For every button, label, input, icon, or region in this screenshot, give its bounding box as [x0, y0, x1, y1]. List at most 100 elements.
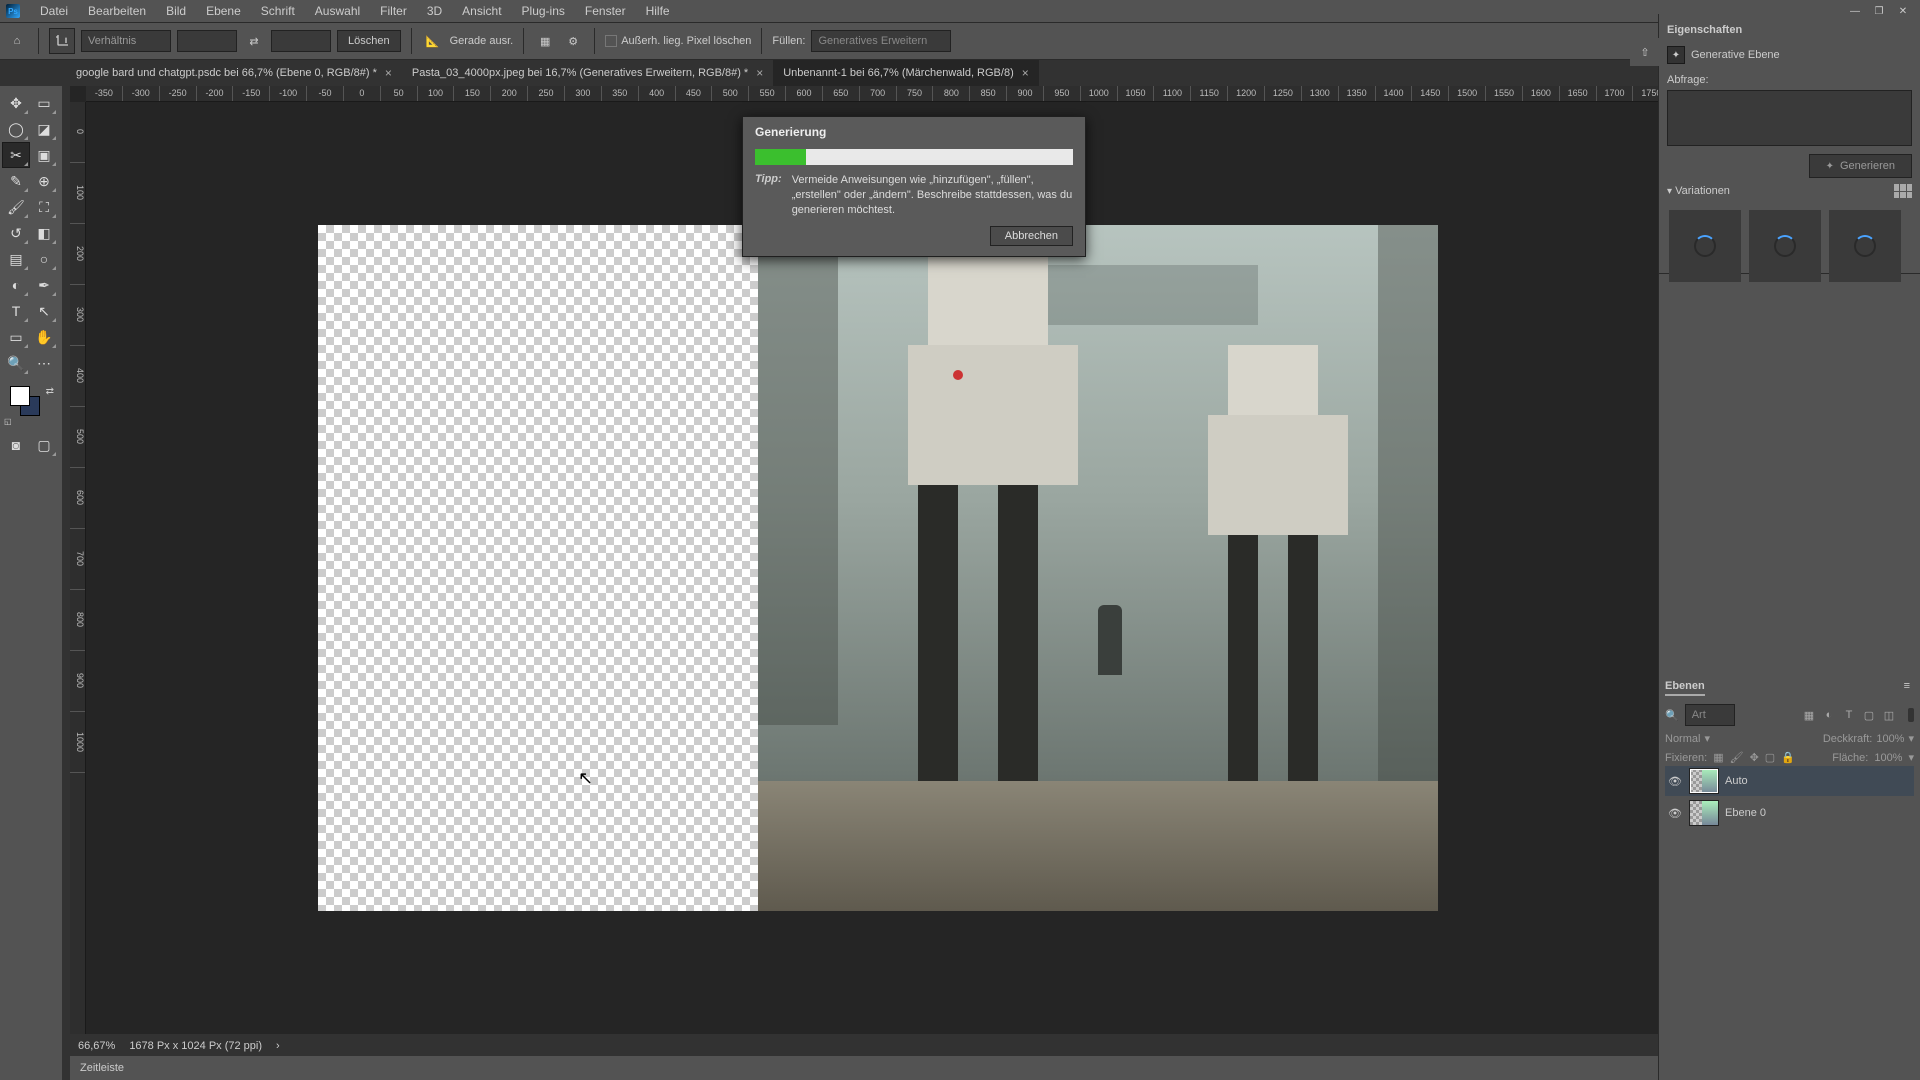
- layer-name[interactable]: Auto: [1725, 775, 1748, 787]
- clone-tool[interactable]: ⛶: [30, 194, 58, 220]
- blend-mode-dropdown[interactable]: Normal: [1665, 733, 1700, 745]
- blur-tool[interactable]: ○: [30, 246, 58, 272]
- filter-type-icon[interactable]: T: [1840, 706, 1858, 724]
- foreground-color[interactable]: [10, 386, 30, 406]
- artboard-tool[interactable]: ▭: [30, 90, 58, 116]
- grid-view-icon[interactable]: [1894, 184, 1912, 198]
- default-colors-icon[interactable]: ◱: [4, 417, 12, 426]
- quickmask-tool[interactable]: ◙: [2, 432, 30, 458]
- swap-colors-icon[interactable]: ⇄: [46, 386, 54, 397]
- ratio-w-field[interactable]: [177, 30, 237, 52]
- lasso-tool[interactable]: ◯: [2, 116, 30, 142]
- menu-bild[interactable]: Bild: [156, 4, 196, 18]
- object-select-tool[interactable]: ◪: [30, 116, 58, 142]
- filter-type-dropdown[interactable]: Art: [1685, 704, 1735, 726]
- menu-auswahl[interactable]: Auswahl: [305, 4, 370, 18]
- close-icon[interactable]: ×: [756, 66, 763, 80]
- menu-3d[interactable]: 3D: [417, 4, 452, 18]
- filter-adjust-icon[interactable]: ◐: [1820, 706, 1838, 724]
- hand-tool[interactable]: ✋: [30, 324, 58, 350]
- layer-row[interactable]: 👁 Auto: [1665, 766, 1914, 796]
- active-tool-crop-icon[interactable]: [49, 28, 75, 54]
- menu-datei[interactable]: Datei: [30, 4, 78, 18]
- fill-dropdown[interactable]: Generatives Erweitern: [811, 30, 951, 52]
- swap-dims-icon[interactable]: ⇄: [243, 30, 265, 52]
- lock-position-icon[interactable]: ✥: [1750, 751, 1759, 764]
- straighten-icon[interactable]: 📐: [422, 30, 444, 52]
- variation-slot[interactable]: [1669, 210, 1741, 282]
- menu-bearbeiten[interactable]: Bearbeiten: [78, 4, 156, 18]
- menu-ansicht[interactable]: Ansicht: [452, 4, 511, 18]
- crop-settings-icon[interactable]: ⚙: [562, 30, 584, 52]
- doc-tab-label: Unbenannt-1 bei 66,7% (Märchenwald, RGB/…: [783, 67, 1014, 79]
- layer-thumb[interactable]: [1689, 768, 1719, 794]
- spot-heal-tool[interactable]: ⊕: [30, 168, 58, 194]
- lock-paint-icon[interactable]: 🖌: [1730, 751, 1744, 764]
- variation-slot[interactable]: [1829, 210, 1901, 282]
- clear-button[interactable]: Löschen: [337, 30, 401, 52]
- ratio-dropdown[interactable]: Verhältnis: [81, 30, 171, 52]
- eraser-tool[interactable]: ◧: [30, 220, 58, 246]
- filter-pixel-icon[interactable]: ▦: [1800, 706, 1818, 724]
- panel-menu-icon[interactable]: ≡: [1904, 680, 1910, 692]
- canvas[interactable]: ↖: [318, 225, 1438, 911]
- layer-thumb[interactable]: [1689, 800, 1719, 826]
- timeline-panel-tab[interactable]: Zeitleiste: [70, 1056, 1670, 1080]
- menu-filter[interactable]: Filter: [370, 4, 417, 18]
- rectangle-tool[interactable]: ▭: [2, 324, 30, 350]
- layer-name[interactable]: Ebene 0: [1725, 807, 1766, 819]
- brush-tool[interactable]: 🖌: [2, 194, 30, 220]
- visibility-icon[interactable]: 👁: [1667, 807, 1683, 820]
- variation-slot[interactable]: [1749, 210, 1821, 282]
- ratio-h-field[interactable]: [271, 30, 331, 52]
- screenmode-tool[interactable]: ▢: [30, 432, 58, 458]
- doc-tab-1[interactable]: google bard und chatgpt.psdc bei 66,7% (…: [66, 60, 402, 86]
- close-icon[interactable]: ×: [1022, 66, 1029, 80]
- menu-fenster[interactable]: Fenster: [575, 4, 636, 18]
- close-icon[interactable]: ×: [385, 66, 392, 80]
- app-logo: Ps: [6, 4, 20, 18]
- home-icon[interactable]: ⌂: [6, 30, 28, 52]
- history-brush-tool[interactable]: ↺: [2, 220, 30, 246]
- doc-tab-3[interactable]: Unbenannt-1 bei 66,7% (Märchenwald, RGB/…: [773, 60, 1039, 86]
- layer-row[interactable]: 👁 Ebene 0: [1665, 798, 1914, 828]
- filter-smart-icon[interactable]: ◫: [1880, 706, 1898, 724]
- chevron-right-icon[interactable]: ›: [276, 1040, 280, 1052]
- lock-artboard-icon[interactable]: ▢: [1765, 751, 1775, 764]
- tip-text: Vermeide Anweisungen wie „hinzufügen", „…: [792, 173, 1073, 218]
- lock-all-icon[interactable]: 🔒: [1781, 751, 1795, 764]
- cancel-button[interactable]: Abbrechen: [990, 226, 1073, 246]
- eyedropper-tool[interactable]: ✎: [2, 168, 30, 194]
- fill-value[interactable]: 100%: [1874, 752, 1902, 764]
- color-swatch[interactable]: ⇄ ◱: [2, 386, 60, 426]
- zoom-tool[interactable]: 🔍: [2, 350, 30, 376]
- share-icon[interactable]: ⇧: [1630, 38, 1660, 66]
- move-tool[interactable]: ✥: [2, 90, 30, 116]
- gradient-tool[interactable]: ▤: [2, 246, 30, 272]
- zoom-level[interactable]: 66,67%: [78, 1040, 115, 1052]
- frame-tool[interactable]: ▣: [30, 142, 58, 168]
- menu-plugins[interactable]: Plug-ins: [512, 4, 575, 18]
- doc-tab-2[interactable]: Pasta_03_4000px.jpeg bei 16,7% (Generati…: [402, 60, 773, 86]
- search-icon[interactable]: 🔍: [1665, 709, 1679, 722]
- opacity-value[interactable]: 100%: [1876, 733, 1904, 745]
- filter-shape-icon[interactable]: ▢: [1860, 706, 1878, 724]
- menu-hilfe[interactable]: Hilfe: [636, 4, 680, 18]
- delete-cropped-checkbox[interactable]: Außerh. lieg. Pixel löschen: [605, 35, 751, 47]
- type-tool[interactable]: T: [2, 298, 30, 324]
- prompt-textarea[interactable]: [1667, 90, 1912, 146]
- overlay-grid-icon[interactable]: ▦: [534, 30, 556, 52]
- crop-tool[interactable]: ✂: [2, 142, 30, 168]
- layers-tab[interactable]: Ebenen: [1665, 680, 1705, 696]
- generate-button[interactable]: Generieren: [1809, 154, 1912, 178]
- dodge-tool[interactable]: ◐: [2, 272, 30, 298]
- visibility-icon[interactable]: 👁: [1667, 775, 1683, 788]
- filter-toggle[interactable]: [1908, 708, 1914, 722]
- menu-schrift[interactable]: Schrift: [251, 4, 305, 18]
- lock-transparency-icon[interactable]: ▦: [1713, 751, 1723, 764]
- pen-tool[interactable]: ✒: [30, 272, 58, 298]
- edit-toolbar[interactable]: ⋯: [30, 350, 58, 376]
- path-select-tool[interactable]: ↖: [30, 298, 58, 324]
- dialog-title: Generierung: [743, 117, 1085, 147]
- menu-ebene[interactable]: Ebene: [196, 4, 251, 18]
